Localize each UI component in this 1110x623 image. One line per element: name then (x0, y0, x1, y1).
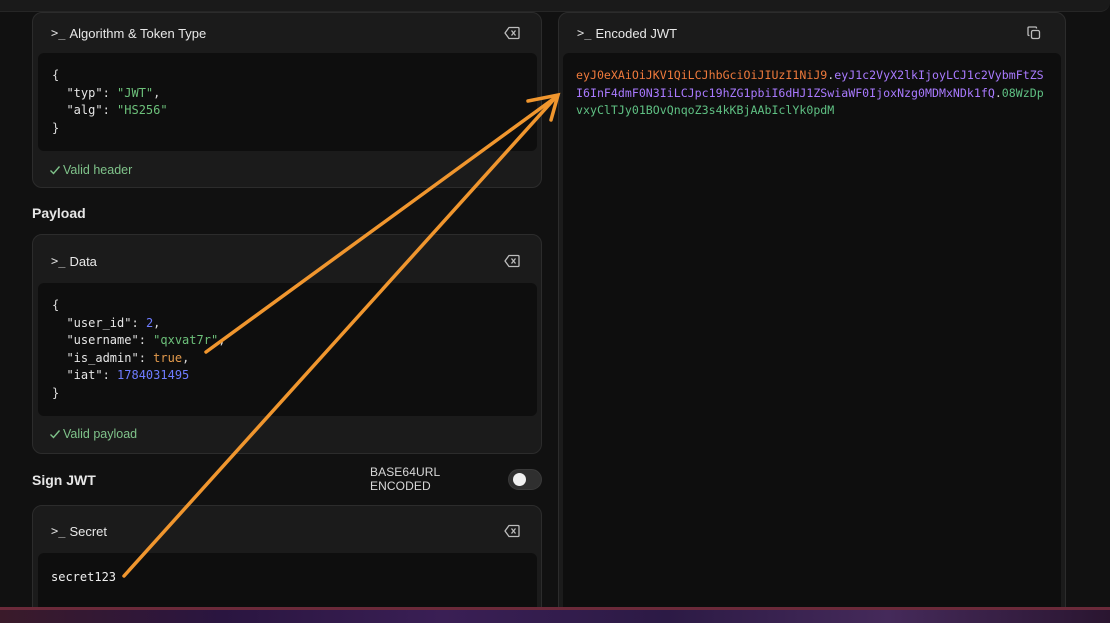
encoded-jwt-text[interactable]: eyJ0eXAiOiJKV1QiLCJhbGciOiJIUzI1NiJ9.eyJ… (576, 67, 1050, 120)
payload-status: Valid payload (49, 427, 137, 441)
clear-input-icon (504, 524, 520, 538)
json-value: "qxvat7r" (153, 333, 219, 348)
header-status-text: Valid header (63, 163, 133, 177)
check-icon (50, 430, 61, 439)
payload-card: >_ Data { "user_id": 2, "username": "qxv… (32, 234, 542, 454)
payload-card-title: >_ Data (51, 254, 97, 269)
clear-input-icon (504, 254, 520, 268)
json-key: "iat" (66, 368, 103, 383)
desktop-strip (0, 607, 1110, 623)
json-value: "HS256" (117, 103, 168, 118)
terminal-prompt-icon: >_ (577, 26, 592, 40)
clear-header-button[interactable] (503, 24, 521, 42)
header-card-title: >_ Algorithm & Token Type (51, 26, 206, 41)
sign-section-title: Sign JWT (32, 472, 96, 488)
payload-card-header: >_ Data (33, 241, 541, 281)
header-card: >_ Algorithm & Token Type { "typ": "JWT"… (32, 12, 542, 188)
payload-section-title: Payload (32, 205, 86, 221)
encoded-card-title: >_ Encoded JWT (577, 26, 677, 41)
brace-open: { (52, 68, 60, 82)
json-key: "user_id" (66, 315, 132, 330)
clear-secret-button[interactable] (503, 522, 521, 540)
secret-card-title: >_ Secret (51, 524, 107, 539)
jwt-separator: . (994, 85, 1002, 100)
secret-card-header: >_ Secret (33, 511, 541, 551)
toggle-knob (512, 472, 526, 486)
base64-toggle-row: BASE64URL ENCODED (370, 465, 542, 493)
payload-status-text: Valid payload (63, 427, 138, 441)
json-value: 1784031495 (117, 368, 190, 383)
brace-open: { (52, 298, 60, 312)
encoded-card-header: >_ Encoded JWT (559, 13, 1065, 53)
encoded-jwt-output[interactable] (563, 53, 1061, 623)
payload-card-title-text: Data (69, 253, 97, 269)
payload-json-editor[interactable]: { "user_id": 2, "username": "qxvat7r", "… (38, 283, 537, 416)
clear-input-icon (504, 26, 520, 40)
base64-toggle[interactable] (507, 468, 542, 490)
base64-toggle-label: BASE64URL ENCODED (370, 465, 440, 493)
brace-close: } (52, 120, 60, 135)
header-card-header: >_ Algorithm & Token Type (33, 13, 541, 53)
copy-icon (1027, 26, 1041, 40)
encoded-card-title-text: Encoded JWT (595, 25, 678, 41)
secret-card: >_ Secret (32, 505, 542, 623)
terminal-prompt-icon: >_ (51, 524, 66, 538)
terminal-prompt-icon: >_ (51, 254, 66, 268)
header-status: Valid header (49, 163, 132, 177)
header-json-editor[interactable]: { "typ": "JWT", "alg": "HS256" } (38, 53, 537, 151)
top-bar (0, 0, 1110, 12)
json-key: "typ" (66, 85, 103, 100)
json-key: "is_admin" (66, 350, 139, 365)
jwt-header-part: eyJ0eXAiOiJKV1QiLCJhbGciOiJIUzI1NiJ9 (576, 68, 828, 82)
brace-close: } (52, 385, 60, 400)
clear-payload-button[interactable] (503, 252, 521, 270)
check-icon (50, 166, 61, 175)
header-card-title-text: Algorithm & Token Type (69, 25, 207, 41)
copy-jwt-button[interactable] (1025, 24, 1043, 42)
secret-card-title-text: Secret (69, 523, 108, 539)
json-key: "username" (66, 333, 139, 348)
json-key: "alg" (66, 103, 103, 118)
terminal-prompt-icon: >_ (51, 26, 66, 40)
secret-value: secret123 (51, 570, 117, 584)
json-value: true (153, 350, 183, 365)
json-value: "JWT" (117, 85, 154, 100)
